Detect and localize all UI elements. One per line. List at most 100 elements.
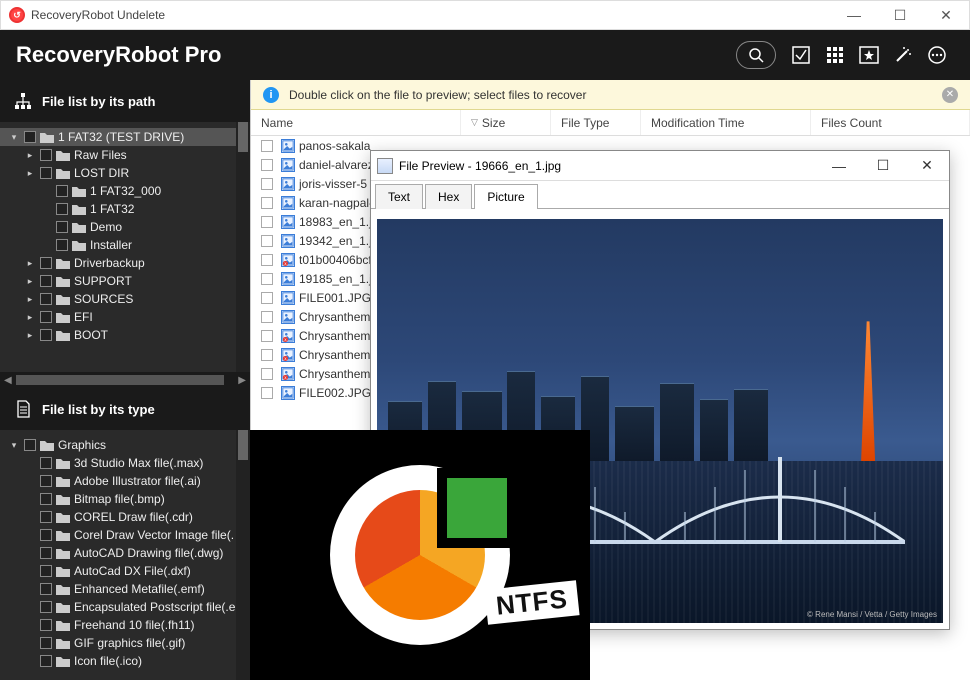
tree-checkbox[interactable]	[24, 439, 36, 451]
tree-checkbox[interactable]	[40, 547, 52, 559]
tree-checkbox[interactable]	[56, 203, 68, 215]
tree-row[interactable]: Installer	[0, 236, 250, 254]
tree-checkbox[interactable]	[40, 529, 52, 541]
tree-checkbox[interactable]	[56, 185, 68, 197]
col-filescount[interactable]: Files Count	[811, 110, 970, 135]
tree-label: 1 FAT32_000	[90, 184, 161, 198]
file-checkbox[interactable]	[261, 273, 273, 285]
col-filetype[interactable]: File Type	[551, 110, 641, 135]
file-checkbox[interactable]	[261, 387, 273, 399]
tree-row[interactable]: ▸BOOT	[0, 326, 250, 344]
tree-checkbox[interactable]	[40, 167, 52, 179]
file-checkbox[interactable]	[261, 159, 273, 171]
path-tree-scrollbar[interactable]	[236, 122, 250, 372]
tree-row[interactable]: Icon file(.ico)	[0, 652, 250, 670]
favorite-button[interactable]	[852, 38, 886, 72]
search-button[interactable]	[736, 41, 776, 69]
window-maximize-button[interactable]: ☐	[877, 1, 923, 30]
tree-checkbox[interactable]	[40, 475, 52, 487]
tree-row[interactable]: AutoCad DX File(.dxf)	[0, 562, 250, 580]
tree-row[interactable]: Freehand 10 file(.fh11)	[0, 616, 250, 634]
info-icon: i	[263, 87, 279, 103]
tree-checkbox[interactable]	[40, 493, 52, 505]
file-checkbox[interactable]	[261, 349, 273, 361]
tree-row[interactable]: Demo	[0, 218, 250, 236]
tree-row[interactable]: ▸SUPPORT	[0, 272, 250, 290]
file-checkbox[interactable]	[261, 311, 273, 323]
star-box-icon	[859, 46, 879, 64]
preview-close-button[interactable]: ✕	[905, 157, 949, 174]
tree-row[interactable]: ▸Raw Files	[0, 146, 250, 164]
tree-checkbox[interactable]	[40, 311, 52, 323]
info-close-button[interactable]: ✕	[942, 87, 958, 103]
tab-picture[interactable]: Picture	[474, 184, 537, 209]
file-checkbox[interactable]	[261, 292, 273, 304]
tree-row[interactable]: GIF graphics file(.gif)	[0, 634, 250, 652]
tree-row[interactable]: ▾Graphics	[0, 436, 250, 454]
tree-row[interactable]: ▸LOST DIR	[0, 164, 250, 182]
tab-hex[interactable]: Hex	[425, 184, 472, 209]
file-name: Chrysanthemu	[299, 329, 377, 343]
tree-row[interactable]: ▸EFI	[0, 308, 250, 326]
type-tree[interactable]: ▾Graphics3d Studio Max file(.max)Adobe I…	[0, 430, 250, 680]
tab-text[interactable]: Text	[375, 184, 423, 209]
folder-icon	[56, 512, 70, 523]
tree-checkbox[interactable]	[56, 221, 68, 233]
tree-checkbox[interactable]	[40, 601, 52, 613]
file-checkbox[interactable]	[261, 140, 273, 152]
tree-checkbox[interactable]	[40, 511, 52, 523]
caret-icon: ▸	[24, 258, 36, 269]
file-checkbox[interactable]	[261, 197, 273, 209]
tree-row[interactable]: 1 FAT32_000	[0, 182, 250, 200]
tree-checkbox[interactable]	[40, 257, 52, 269]
tree-checkbox[interactable]	[40, 565, 52, 577]
file-checkbox[interactable]	[261, 368, 273, 380]
select-all-button[interactable]	[784, 38, 818, 72]
file-checkbox[interactable]	[261, 254, 273, 266]
recover-button[interactable]	[886, 38, 920, 72]
more-options-button[interactable]	[920, 38, 954, 72]
tree-row[interactable]: Corel Draw Vector Image file(.	[0, 526, 250, 544]
tree-row[interactable]: Bitmap file(.bmp)	[0, 490, 250, 508]
tree-row[interactable]: Enhanced Metafile(.emf)	[0, 580, 250, 598]
file-checkbox[interactable]	[261, 235, 273, 247]
path-tree-hscroll[interactable]: ◀ ▶	[0, 372, 250, 388]
tree-row[interactable]: Adobe Illustrator file(.ai)	[0, 472, 250, 490]
tree-checkbox[interactable]	[40, 457, 52, 469]
col-modtime[interactable]: Modification Time	[641, 110, 811, 135]
tree-label: Installer	[90, 238, 132, 252]
path-tree[interactable]: ▾1 FAT32 (TEST DRIVE)▸Raw Files▸LOST DIR…	[0, 122, 250, 372]
col-size[interactable]: ▽Size	[461, 110, 551, 135]
col-name[interactable]: Name	[251, 110, 461, 135]
tree-row[interactable]: ▸SOURCES	[0, 290, 250, 308]
grid-view-button[interactable]	[818, 38, 852, 72]
tree-checkbox[interactable]	[40, 583, 52, 595]
jpg-file-icon: x	[281, 367, 295, 381]
tree-row[interactable]: Encapsulated Postscript file(.e	[0, 598, 250, 616]
tree-row[interactable]: 3d Studio Max file(.max)	[0, 454, 250, 472]
caret-icon: ▸	[24, 276, 36, 287]
window-minimize-button[interactable]: —	[831, 1, 877, 30]
preview-maximize-button[interactable]: ☐	[861, 157, 905, 174]
preview-minimize-button[interactable]: —	[817, 158, 861, 174]
tree-row[interactable]: AutoCAD Drawing file(.dwg)	[0, 544, 250, 562]
type-tree-scrollbar[interactable]	[236, 430, 250, 680]
tree-row[interactable]: COREL Draw file(.cdr)	[0, 508, 250, 526]
tree-checkbox[interactable]	[24, 131, 36, 143]
tree-checkbox[interactable]	[40, 293, 52, 305]
tree-checkbox[interactable]	[40, 619, 52, 631]
file-checkbox[interactable]	[261, 330, 273, 342]
tree-row[interactable]: 1 FAT32	[0, 200, 250, 218]
tree-checkbox[interactable]	[40, 149, 52, 161]
scroll-thumb[interactable]	[16, 375, 225, 385]
tree-checkbox[interactable]	[40, 655, 52, 667]
window-close-button[interactable]: ✕	[923, 1, 969, 30]
tree-checkbox[interactable]	[40, 637, 52, 649]
file-checkbox[interactable]	[261, 216, 273, 228]
tree-row[interactable]: ▸Driverbackup	[0, 254, 250, 272]
tree-checkbox[interactable]	[56, 239, 68, 251]
tree-checkbox[interactable]	[40, 275, 52, 287]
tree-checkbox[interactable]	[40, 329, 52, 341]
file-checkbox[interactable]	[261, 178, 273, 190]
tree-row[interactable]: ▾1 FAT32 (TEST DRIVE)	[0, 128, 250, 146]
